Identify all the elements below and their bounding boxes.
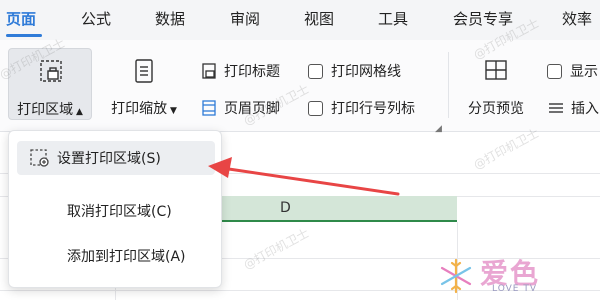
menu-tab-tools[interactable]: 工具 [378,8,408,29]
menu-item-label: 添加到打印区域(A) [67,249,186,265]
print-gridlines-label: 打印网格线 [331,64,401,80]
print-scale-label: 打印缩放 [111,101,168,117]
active-tab-indicator [6,34,42,37]
print-gridlines-option[interactable]: 打印网格线 [308,60,401,82]
page-break-preview-label: 分页预览 [468,101,524,117]
header-footer-icon [200,99,218,117]
print-headings-label: 打印行号列标 [331,101,415,117]
menu-item-label: 取消打印区域(C) [67,204,172,220]
menu-tab-formula[interactable]: 公式 [81,8,111,29]
print-area-icon [40,60,62,82]
print-titles-icon [200,62,218,80]
menu-tab-efficiency[interactable]: 效率 [562,8,592,29]
chevron-down-icon: ▲ [73,107,83,117]
show-checkbox[interactable] [547,63,562,79]
print-titles-label: 打印标题 [224,64,280,80]
show-label: 显示 [570,64,598,80]
ribbon-separator [448,52,449,118]
insert-button[interactable]: 插入 [547,97,599,119]
menu-tab-view[interactable]: 视图 [304,8,334,29]
print-headings-checkbox[interactable] [308,100,323,116]
page-break-preview-icon [485,60,507,80]
show-option[interactable]: 显示 [547,60,598,82]
insert-icon [547,99,565,117]
brand-logo: 爱色 LOVE TV [432,252,582,298]
menu-tab-data[interactable]: 数据 [155,8,185,29]
dialog-launcher-icon[interactable]: ◢ [435,124,442,134]
page-break-preview-button[interactable]: 分页预览 [456,48,536,120]
logo-subtext: LOVE TV [492,284,537,294]
menu-item-cancel-print-area[interactable]: 取消打印区域(C) [17,194,215,228]
print-scale-button[interactable]: 打印缩放 ▼ [102,48,186,120]
watermark: @打印机卫士 [241,225,312,273]
menu-item-set-print-area[interactable]: 设置打印区域(S) [17,141,215,175]
menu-tab-member[interactable]: 会员专享 [453,8,513,29]
print-scale-icon [135,59,153,83]
menu-item-label: 设置打印区域(S) [57,151,161,167]
chevron-down-icon: ▼ [167,106,177,116]
column-header-label: D [280,200,291,216]
insert-label: 插入 [571,101,599,117]
print-area-dropdown: 设置打印区域(S) 取消打印区域(C) 添加到打印区域(A) [8,130,222,288]
menu-item-add-to-print-area[interactable]: 添加到打印区域(A) [17,239,215,273]
set-print-area-icon [30,149,49,167]
print-titles-button[interactable]: 打印标题 [200,60,280,82]
menu-tab-review[interactable]: 审阅 [230,8,260,29]
snowflake-icon [440,258,472,294]
print-gridlines-checkbox[interactable] [308,63,323,79]
print-area-label: 打印区域 [17,102,74,118]
print-headings-option[interactable]: 打印行号列标 [308,97,415,119]
menu-tab-page[interactable]: 页面 [6,8,36,29]
